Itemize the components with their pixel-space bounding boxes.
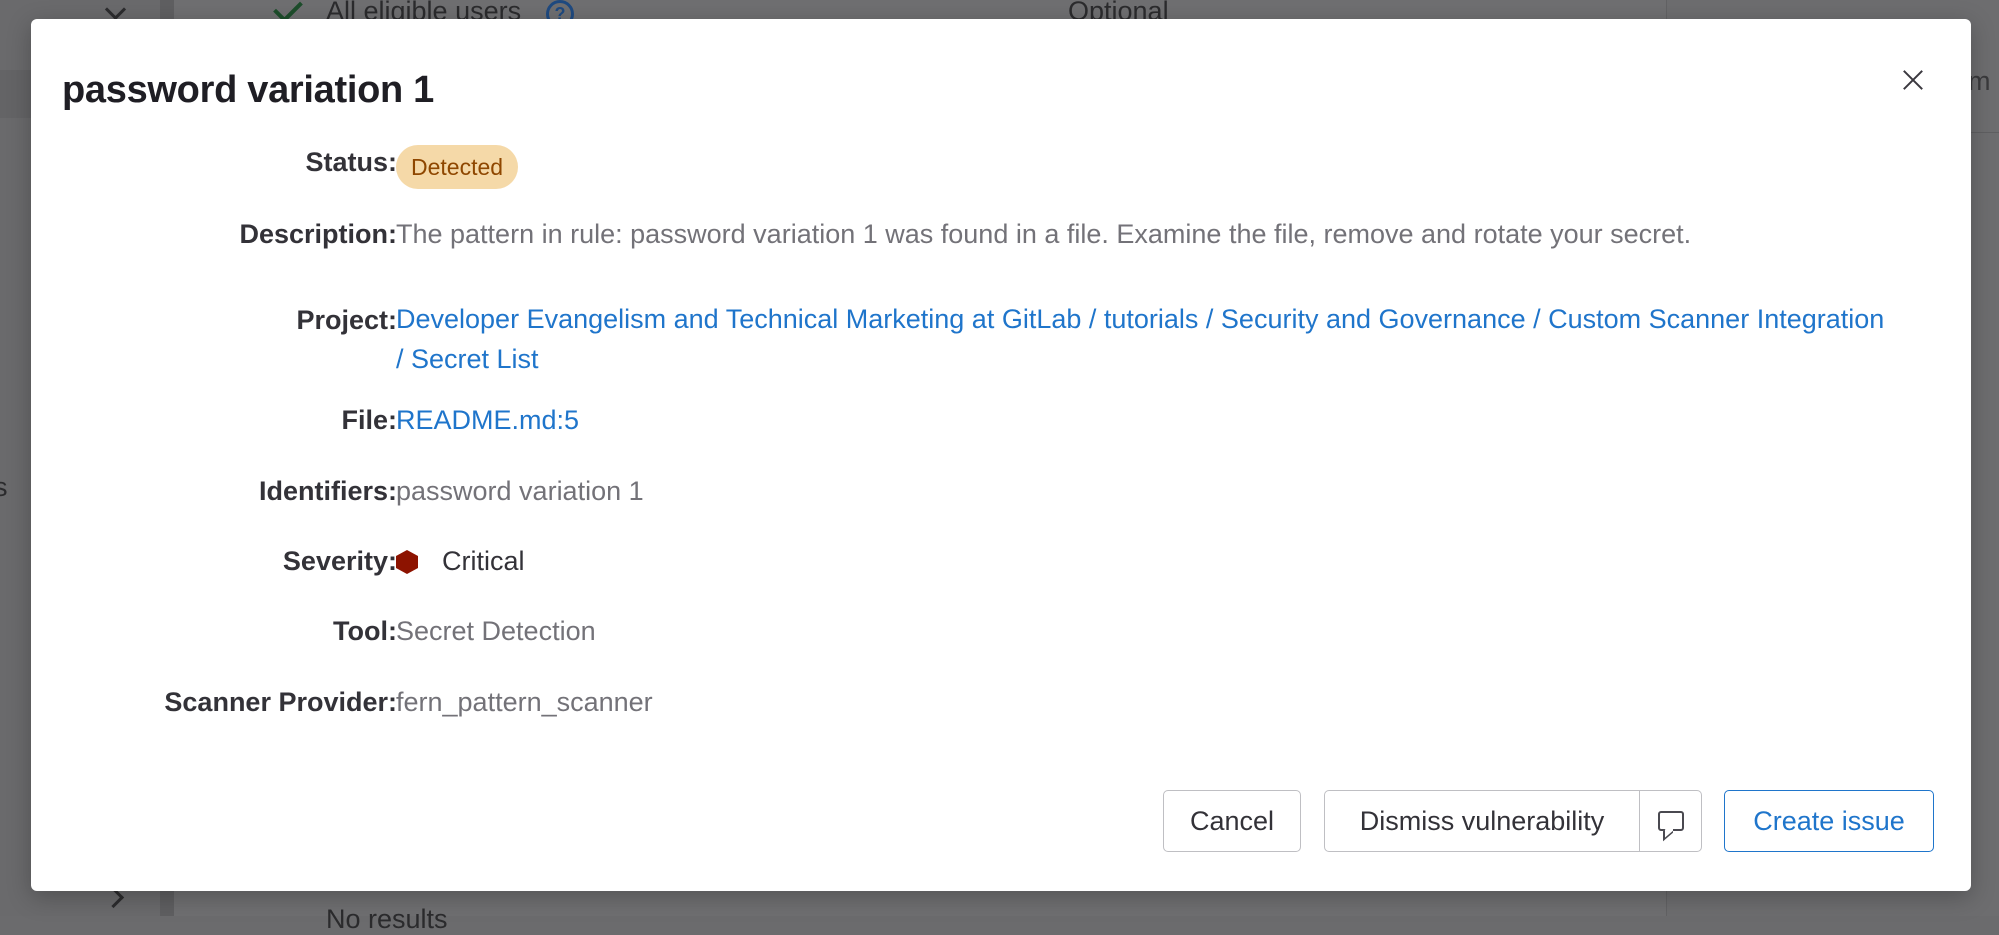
cancel-button[interactable]: Cancel bbox=[1163, 790, 1301, 852]
modal-title: password variation 1 bbox=[62, 69, 435, 111]
description-label: Description: bbox=[239, 219, 397, 249]
dismiss-button-group: Dismiss vulnerability bbox=[1324, 790, 1702, 852]
background-no-results-text: No results bbox=[326, 904, 448, 934]
status-badge: Detected bbox=[396, 145, 519, 189]
project-link[interactable]: Developer Evangelism and Technical Marke… bbox=[396, 299, 1896, 379]
vulnerability-modal: password variation 1 Status: Detected De… bbox=[31, 19, 1971, 891]
create-issue-button[interactable]: Create issue bbox=[1724, 790, 1934, 852]
file-label: File: bbox=[341, 405, 397, 435]
severity-value: Critical bbox=[396, 546, 525, 577]
scanner-provider-label: Scanner Provider: bbox=[164, 687, 397, 717]
project-label: Project: bbox=[296, 305, 397, 335]
status-value: Detected bbox=[396, 145, 519, 189]
comment-icon bbox=[1657, 811, 1684, 831]
identifiers-value: password variation 1 bbox=[396, 476, 644, 506]
dismiss-with-comment-button[interactable] bbox=[1640, 790, 1702, 852]
description-value: The pattern in rule: password variation … bbox=[396, 219, 1692, 249]
scanner-provider-value: fern_pattern_scanner bbox=[396, 687, 653, 717]
severity-label: Severity: bbox=[282, 546, 397, 576]
severity-text: Critical bbox=[442, 546, 525, 576]
identifiers-label: Identifiers: bbox=[258, 476, 397, 506]
file-link[interactable]: README.md:5 bbox=[396, 405, 579, 436]
tool-value: Secret Detection bbox=[396, 616, 596, 646]
severity-critical-icon bbox=[396, 550, 418, 574]
tool-label: Tool: bbox=[333, 616, 397, 646]
status-label: Status: bbox=[305, 147, 397, 177]
close-icon[interactable] bbox=[1893, 59, 1933, 99]
background-left-partial-text: s bbox=[0, 472, 8, 502]
dismiss-vulnerability-button[interactable]: Dismiss vulnerability bbox=[1324, 790, 1640, 852]
